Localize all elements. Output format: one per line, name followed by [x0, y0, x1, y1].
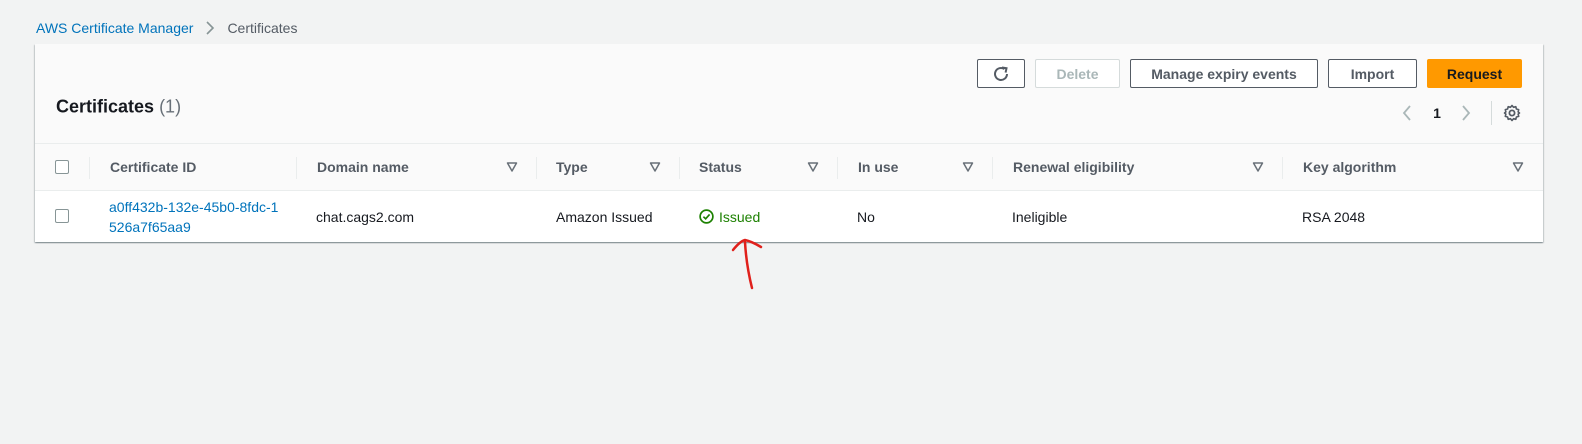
- manage-expiry-events-button[interactable]: Manage expiry events: [1130, 59, 1318, 88]
- chevron-right-icon: [1462, 105, 1471, 121]
- import-button[interactable]: Import: [1328, 59, 1417, 88]
- refresh-button[interactable]: [977, 59, 1025, 88]
- next-page-button[interactable]: [1456, 101, 1476, 125]
- breadcrumb-current: Certificates: [227, 20, 298, 36]
- column-header-type[interactable]: Type: [556, 144, 588, 190]
- sort-icon[interactable]: [807, 161, 819, 173]
- column-header-certificate-id[interactable]: Certificate ID: [110, 144, 196, 190]
- column-header-in-use[interactable]: In use: [858, 144, 898, 190]
- panel-header: Certificates (1) Delete Manage expiry ev…: [35, 44, 1543, 143]
- page-number[interactable]: 1: [1427, 101, 1447, 125]
- column-header-renewal-eligibility[interactable]: Renewal eligibility: [1013, 144, 1134, 190]
- chevron-right-icon: [205, 21, 215, 35]
- cell-key-algorithm: RSA 2048: [1302, 208, 1366, 225]
- sort-icon[interactable]: [506, 161, 518, 173]
- column-header-domain-name[interactable]: Domain name: [317, 144, 409, 190]
- chevron-left-icon: [1402, 105, 1411, 121]
- sort-icon[interactable]: [1252, 161, 1264, 173]
- pagination-divider: [1491, 101, 1492, 125]
- cell-certificate-id: a0ff432b-132e-45b0-8fdc-1526a7f65aa9: [109, 191, 284, 242]
- request-button[interactable]: Request: [1427, 59, 1522, 88]
- breadcrumb-acm-link[interactable]: AWS Certificate Manager: [36, 20, 193, 36]
- certificate-count: (1): [159, 96, 182, 117]
- cell-in-use: No: [857, 208, 875, 225]
- column-divider: [1282, 157, 1283, 179]
- breadcrumb: AWS Certificate Manager Certificates: [36, 20, 297, 36]
- certificate-id-link[interactable]: a0ff432b-132e-45b0-8fdc-1526a7f65aa9: [109, 197, 284, 237]
- column-divider: [536, 157, 537, 179]
- column-divider: [992, 157, 993, 179]
- column-header-status[interactable]: Status: [699, 144, 742, 190]
- status-badge: Issued: [699, 209, 760, 225]
- cell-renewal-eligibility: Ineligible: [1012, 208, 1068, 225]
- select-all-checkbox[interactable]: [55, 160, 69, 174]
- page-title-text: Certificates: [56, 96, 155, 117]
- table-row: a0ff432b-132e-45b0-8fdc-1526a7f65aa9 cha…: [35, 191, 1543, 242]
- column-header-key-algorithm[interactable]: Key algorithm: [1303, 144, 1396, 190]
- sort-icon[interactable]: [649, 161, 661, 173]
- row-checkbox[interactable]: [55, 209, 69, 223]
- certificates-table-panel: Certificates (1) Delete Manage expiry ev…: [35, 44, 1543, 242]
- table-header: Certificate ID Domain name Type Status I…: [35, 143, 1543, 191]
- column-divider: [679, 157, 680, 179]
- table-settings-button[interactable]: [1502, 101, 1522, 125]
- cell-domain-name: chat.cags2.com: [316, 208, 415, 225]
- page-title: Certificates (1): [56, 97, 181, 118]
- column-divider: [837, 157, 838, 179]
- refresh-icon: [994, 66, 1008, 81]
- sort-icon[interactable]: [962, 161, 974, 173]
- column-divider: [89, 157, 90, 179]
- previous-page-button[interactable]: [1397, 101, 1417, 125]
- gear-icon: [1503, 104, 1521, 122]
- status-text: Issued: [719, 208, 761, 225]
- sort-icon[interactable]: [1512, 161, 1524, 173]
- delete-button[interactable]: Delete: [1035, 59, 1120, 88]
- column-divider: [296, 157, 297, 179]
- cell-type: Amazon Issued: [556, 208, 653, 225]
- red-arrow-annotation: [731, 238, 763, 290]
- check-circle-icon: [699, 209, 714, 224]
